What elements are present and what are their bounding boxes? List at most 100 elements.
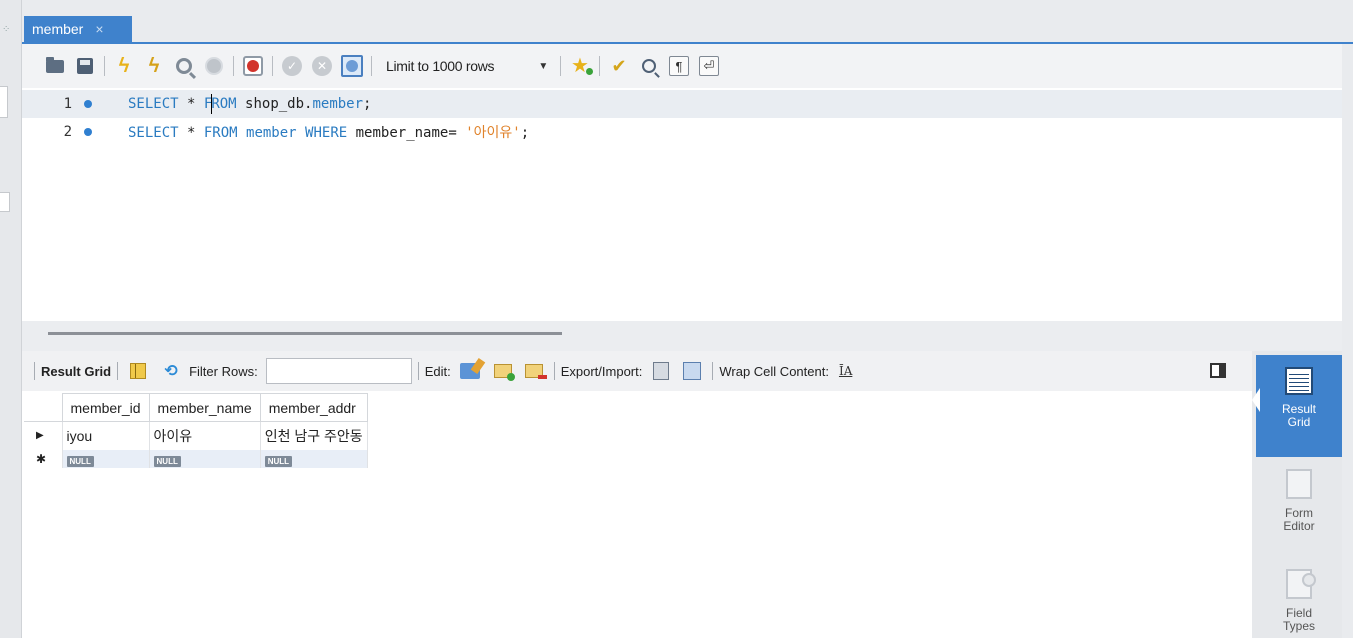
autocommit-toggle[interactable] (339, 53, 365, 79)
side-tab-label: Grid (1287, 415, 1311, 429)
form-editor-icon (1286, 469, 1312, 499)
toolbar-divider (599, 56, 600, 76)
column-header[interactable]: member_name (148, 393, 261, 422)
left-navigator-strip: ⁘ (0, 0, 22, 638)
find-button[interactable] (636, 53, 662, 79)
column-header[interactable]: member_id (61, 393, 150, 422)
refresh-button[interactable]: ⟲ (160, 361, 182, 381)
open-file-button[interactable] (42, 53, 68, 79)
line-number: 2 (63, 124, 72, 140)
editor-line[interactable]: 1 SELECT * FROM shop_db.member; (22, 90, 1342, 118)
current-row-marker-icon: ▶ (24, 421, 63, 450)
commit-button[interactable]: ✓ (279, 53, 305, 79)
invisible-chars-button[interactable]: ¶ (666, 53, 692, 79)
result-toolbar: Result Grid ⟲ Filter Rows: Edit: Export/… (22, 351, 1252, 391)
result-grid-icon (1285, 367, 1313, 395)
table-row[interactable]: ▶ iyou 아이유 인천 남구 주안동 (24, 421, 368, 450)
column-header[interactable]: member_addr (259, 393, 368, 422)
filter-rows-label: Filter Rows: (189, 363, 258, 379)
new-row-marker-icon: ✱ (24, 449, 63, 468)
string-literal: '아이유' (465, 125, 521, 141)
magnifier-icon (176, 58, 192, 74)
new-row[interactable]: ✱ NULL NULL NULL (24, 449, 368, 468)
edit-label: Edit: (424, 363, 451, 379)
code-token: member_name= (347, 125, 466, 141)
dropdown-arrow-icon: ▼ (538, 60, 548, 72)
add-row-icon (493, 364, 515, 381)
check-icon: ✓ (282, 56, 302, 76)
export-import-label: Export/Import: (560, 363, 643, 379)
tab-member[interactable]: member × (24, 16, 132, 42)
identifier: member (312, 96, 364, 112)
horizontal-scrollbar[interactable] (48, 332, 562, 335)
delete-row-button[interactable] (523, 361, 547, 381)
autocommit-icon (341, 55, 363, 77)
toolbar-divider (233, 56, 234, 76)
import-button[interactable] (681, 361, 703, 381)
code-text: SELECT * FROM shop_db.member; (128, 94, 371, 114)
rollback-button[interactable]: ✕ (309, 53, 335, 79)
explain-button[interactable] (171, 53, 197, 79)
stop-icon (205, 57, 223, 75)
grip-icon: ⁘ (2, 24, 11, 35)
close-icon[interactable]: × (95, 21, 103, 37)
edit-row-button[interactable] (459, 361, 481, 381)
navigator-panel-edge (0, 86, 8, 118)
table-cell[interactable]: NULL (62, 449, 150, 468)
limit-rows-select[interactable]: Limit to 1000 rows ▼ (376, 53, 556, 79)
table-cell[interactable]: 아이유 (149, 421, 261, 450)
editor-splitter[interactable] (22, 321, 1342, 351)
table-cell[interactable]: iyou (62, 421, 150, 450)
export-button[interactable] (650, 361, 672, 381)
sql-editor[interactable]: 1 SELECT * FROM shop_db.member; 2 SELECT… (22, 88, 1342, 321)
result-grid-label[interactable]: Result Grid (41, 364, 111, 379)
keyword: ROM (211, 96, 237, 112)
side-tab-field-types[interactable]: Field Types (1256, 563, 1342, 638)
side-tab-result-grid[interactable]: Result Grid (1256, 355, 1342, 457)
save-button[interactable] (72, 53, 98, 79)
keyword: SELECT (128, 125, 179, 141)
limit-rows-value: Limit to 1000 rows (386, 58, 495, 74)
refresh-icon: ⟲ (164, 363, 178, 380)
header-row: member_id member_name member_addr (24, 393, 368, 422)
side-tab-form-editor[interactable]: Form Editor (1256, 463, 1342, 553)
folder-icon (46, 56, 64, 73)
corner-cell (24, 393, 63, 422)
stop-on-error-button[interactable] (240, 53, 266, 79)
table-cell[interactable]: NULL (260, 449, 368, 468)
toolbar-divider (417, 362, 419, 380)
keyword: WHERE (305, 125, 348, 141)
identifier: member (237, 125, 306, 141)
code-token: * (178, 125, 204, 141)
toolbar-divider (34, 362, 35, 380)
execute-current-button[interactable]: ϟ (141, 53, 167, 79)
query-tab-bar: member × (22, 0, 1353, 44)
wrap-text-icon[interactable]: ĪA (839, 364, 852, 378)
filter-rows-input[interactable] (265, 358, 412, 384)
toggle-panel-button[interactable] (1210, 363, 1226, 378)
code-text: SELECT * FROM member WHERE member_name= … (128, 122, 529, 142)
code-token: * (178, 96, 204, 112)
table-cell[interactable]: NULL (149, 449, 261, 468)
grid-layout-button[interactable] (127, 361, 149, 381)
save-icon (77, 58, 93, 74)
result-grid[interactable]: member_id member_name member_addr ▶ iyou… (22, 391, 1252, 638)
execute-all-button[interactable]: ϟ (111, 53, 137, 79)
beautify-button[interactable]: ✔ (606, 53, 632, 79)
editor-line[interactable]: 2 SELECT * FROM member WHERE member_name… (22, 118, 1342, 146)
word-wrap-button[interactable]: ⏎ (696, 53, 722, 79)
field-types-icon (1286, 569, 1316, 599)
stop-button[interactable] (201, 53, 227, 79)
result-side-panel: Result Grid Form Editor Field Types (1252, 351, 1343, 638)
table-cell[interactable]: 인천 남구 주안동 (260, 421, 368, 450)
import-icon (683, 362, 702, 380)
toolbar-divider (371, 56, 372, 76)
insert-row-button[interactable] (492, 361, 515, 381)
keyword: SELECT (128, 96, 179, 112)
add-snippet-button[interactable]: ★ (567, 53, 593, 79)
code-token: ; (520, 125, 530, 141)
sql-editor-toolbar: ϟ ϟ ✓ ✕ Limit to 1000 rows ▼ ★ ✔ ¶ ⏎ (22, 44, 1342, 88)
toolbar-divider (560, 56, 561, 76)
toolbar-divider (553, 362, 555, 380)
cancel-icon: ✕ (312, 56, 332, 76)
